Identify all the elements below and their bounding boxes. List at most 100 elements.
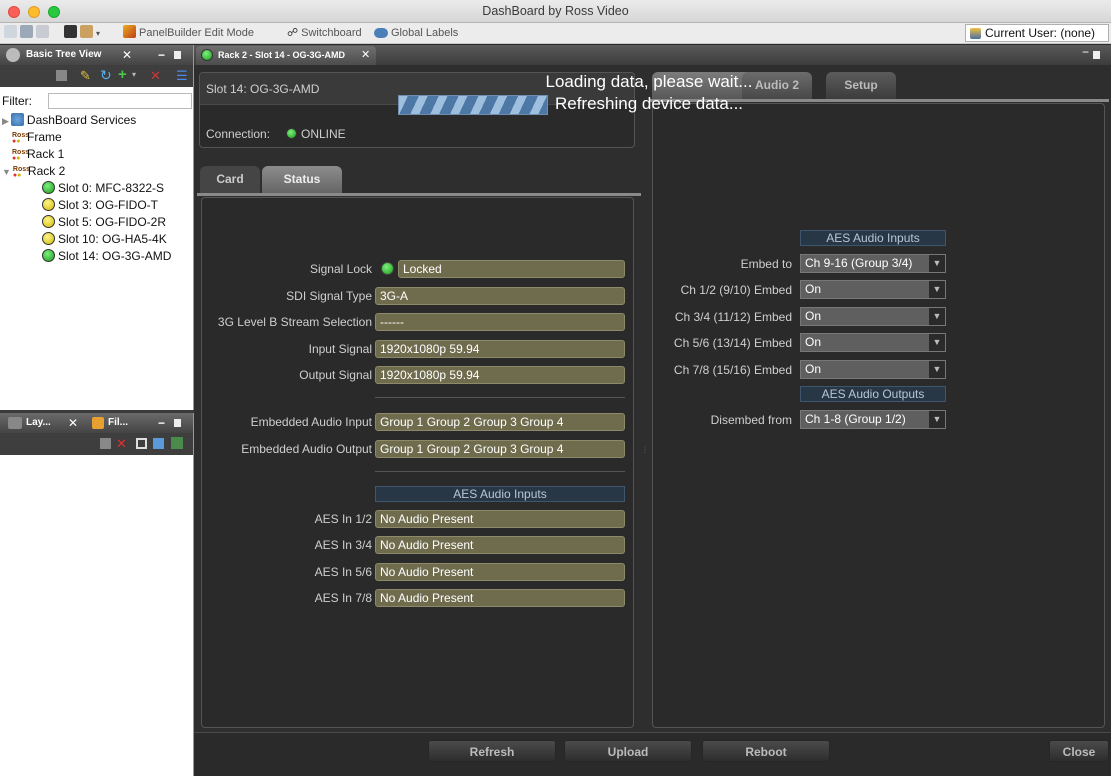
status-green-icon — [201, 49, 213, 61]
maximize-editor-icon[interactable] — [1093, 51, 1100, 59]
window-icon[interactable] — [136, 438, 147, 449]
ch7-8-embed-select[interactable]: On ▼ — [800, 360, 946, 379]
aes-inputs-header: AES Audio Inputs — [375, 486, 625, 502]
tree-item-rack-2[interactable]: ▼ Ross ●● Rack 2 — [2, 163, 65, 179]
tree-item-slot-5[interactable]: Slot 5: OG-FIDO-2R — [42, 214, 166, 230]
copy-icon[interactable] — [36, 25, 49, 38]
status-yellow-icon — [42, 232, 55, 245]
tree-item-slot-0[interactable]: Slot 0: MFC-8322-S — [42, 180, 164, 196]
toolbox-icon[interactable] — [80, 25, 93, 38]
global-labels-button[interactable]: Global Labels — [374, 23, 458, 43]
input-signal-value: 1920x1080p 59.94 — [375, 340, 625, 358]
print-icon[interactable] — [100, 438, 111, 449]
field-label: Signal Lock — [309, 262, 372, 276]
chevron-down-icon: ▼ — [929, 255, 945, 272]
status-green-icon — [42, 249, 55, 262]
ch1-2-embed-select[interactable]: On ▼ — [800, 280, 946, 299]
minimize-editor-icon[interactable]: − — [1082, 45, 1089, 59]
rack-icon: Ross ●● — [12, 132, 30, 145]
chevron-down-icon: ▼ — [929, 334, 945, 351]
minimize-panel-icon[interactable]: − — [158, 45, 165, 65]
minimize-window-icon[interactable] — [28, 6, 40, 18]
close-tab-icon[interactable]: ✕ — [68, 413, 78, 433]
maximize-panel-icon[interactable] — [174, 51, 181, 59]
panelbuilder-toggle[interactable]: PanelBuilder Edit Mode — [123, 23, 254, 43]
status-yellow-icon — [42, 198, 55, 211]
add-icon[interactable]: + — [118, 66, 127, 83]
refresh-button[interactable]: Refresh — [428, 740, 556, 762]
upload-button[interactable]: Upload — [564, 740, 692, 762]
signal-lock-value: Locked — [398, 260, 625, 278]
tree-item-slot-10[interactable]: Slot 10: OG-HA5-4K — [42, 231, 167, 247]
tree-item-frame[interactable]: Ross ●● Frame — [12, 129, 62, 145]
switchboard-button[interactable]: ☍ Switchboard — [287, 23, 362, 43]
ch5-6-embed-select[interactable]: On ▼ — [800, 333, 946, 352]
embedded-audio-input-value: Group 1 Group 2 Group 3 Group 4 — [375, 413, 625, 431]
field-label: Disembed from — [710, 413, 792, 427]
maximize-panel-icon[interactable] — [174, 419, 181, 427]
status-green-icon — [286, 128, 297, 139]
chevron-down-icon: ▼ — [929, 308, 945, 325]
collapse-arrow-icon[interactable]: ▼ — [2, 167, 11, 177]
status-yellow-icon — [42, 215, 55, 228]
wand-icon[interactable]: ✎ — [80, 68, 91, 84]
new-file-icon[interactable] — [4, 25, 17, 38]
folder-icon — [92, 417, 104, 429]
device-editor: Rack 2 - Slot 14 - OG-3G-AMD ✕ − Slot 14… — [194, 45, 1111, 776]
signal-lock-led-icon — [381, 262, 394, 275]
chevron-down-icon[interactable]: ▾ — [132, 70, 136, 79]
embed-to-select[interactable]: Ch 9-16 (Group 3/4) ▼ — [800, 254, 946, 273]
tree-item-slot-3[interactable]: Slot 3: OG-FIDO-T — [42, 197, 158, 213]
divider — [375, 397, 625, 398]
tree-item-slot-14[interactable]: Slot 14: OG-3G-AMD — [42, 248, 171, 264]
device-icon[interactable] — [64, 25, 77, 38]
field-label: Ch 3/4 (11/12) Embed — [674, 310, 792, 324]
tab-status-label: Status — [283, 172, 321, 186]
field-label: SDI Signal Type — [286, 289, 372, 303]
tree-toolbar: ✎ ↻ + ▾ ✕ ☰ — [0, 65, 193, 87]
tree-item-dashboard-services[interactable]: ▶ DashBoard Services — [2, 112, 136, 128]
close-button[interactable]: Close — [1049, 740, 1109, 762]
field-label: AES In 7/8 — [314, 591, 372, 605]
close-tab-icon[interactable]: ✕ — [361, 46, 370, 65]
close-tab-icon[interactable]: ✕ — [122, 45, 132, 65]
loading-message: Loading data, please wait... Refreshing … — [514, 71, 784, 115]
filter-input[interactable] — [48, 93, 192, 109]
toolbar-file-icons — [4, 23, 52, 43]
global-labels-icon — [374, 28, 388, 38]
user-icon — [970, 28, 981, 39]
document-tab-bar: Rack 2 - Slot 14 - OG-3G-AMD ✕ − — [194, 45, 1111, 65]
document-tab[interactable]: Rack 2 - Slot 14 - OG-3G-AMD ✕ — [196, 46, 376, 65]
tab-card[interactable]: Card — [200, 166, 260, 193]
list-view-icon[interactable]: ☰ — [176, 68, 188, 84]
zoom-window-icon[interactable] — [48, 6, 60, 18]
export-icon[interactable] — [171, 437, 183, 449]
tree-view-tab-label: Basic Tree View — [26, 49, 102, 60]
minimize-panel-icon[interactable]: − — [158, 413, 165, 433]
close-window-icon[interactable] — [8, 6, 20, 18]
save-icon[interactable] — [20, 25, 33, 38]
tree-label: Slot 3: OG-FIDO-T — [58, 198, 159, 212]
layout-tab-label[interactable]: Lay... — [26, 413, 51, 433]
title-bar: DashBoard by Ross Video — [0, 0, 1111, 23]
refresh-icon[interactable]: ↻ — [100, 67, 112, 84]
rack-icon: Ross ●● — [12, 149, 30, 162]
delete-icon[interactable]: ✕ — [116, 436, 127, 452]
expand-arrow-icon[interactable]: ▶ — [2, 116, 9, 126]
tab-status[interactable]: Status — [262, 166, 342, 193]
disembed-from-select[interactable]: Ch 1-8 (Group 1/2) ▼ — [800, 410, 946, 429]
tab-setup[interactable]: Setup — [826, 72, 896, 99]
tree-view-tab[interactable]: Basic Tree View ✕ − — [0, 45, 193, 65]
save-icon[interactable] — [56, 70, 67, 81]
files-tab-label[interactable]: Fil... — [108, 413, 128, 433]
delete-icon[interactable]: ✕ — [150, 68, 161, 84]
status-green-icon — [42, 181, 55, 194]
splitter-handle-icon[interactable]: ⋮ — [641, 445, 649, 454]
reboot-button[interactable]: Reboot — [702, 740, 830, 762]
grid-icon[interactable] — [153, 438, 164, 449]
layout-icon — [8, 417, 22, 429]
current-user-field[interactable]: Current User: (none) — [965, 24, 1109, 42]
field-label: Input Signal — [308, 342, 372, 356]
ch3-4-embed-select[interactable]: On ▼ — [800, 307, 946, 326]
tree-item-rack-1[interactable]: Ross ●● Rack 1 — [12, 146, 64, 162]
